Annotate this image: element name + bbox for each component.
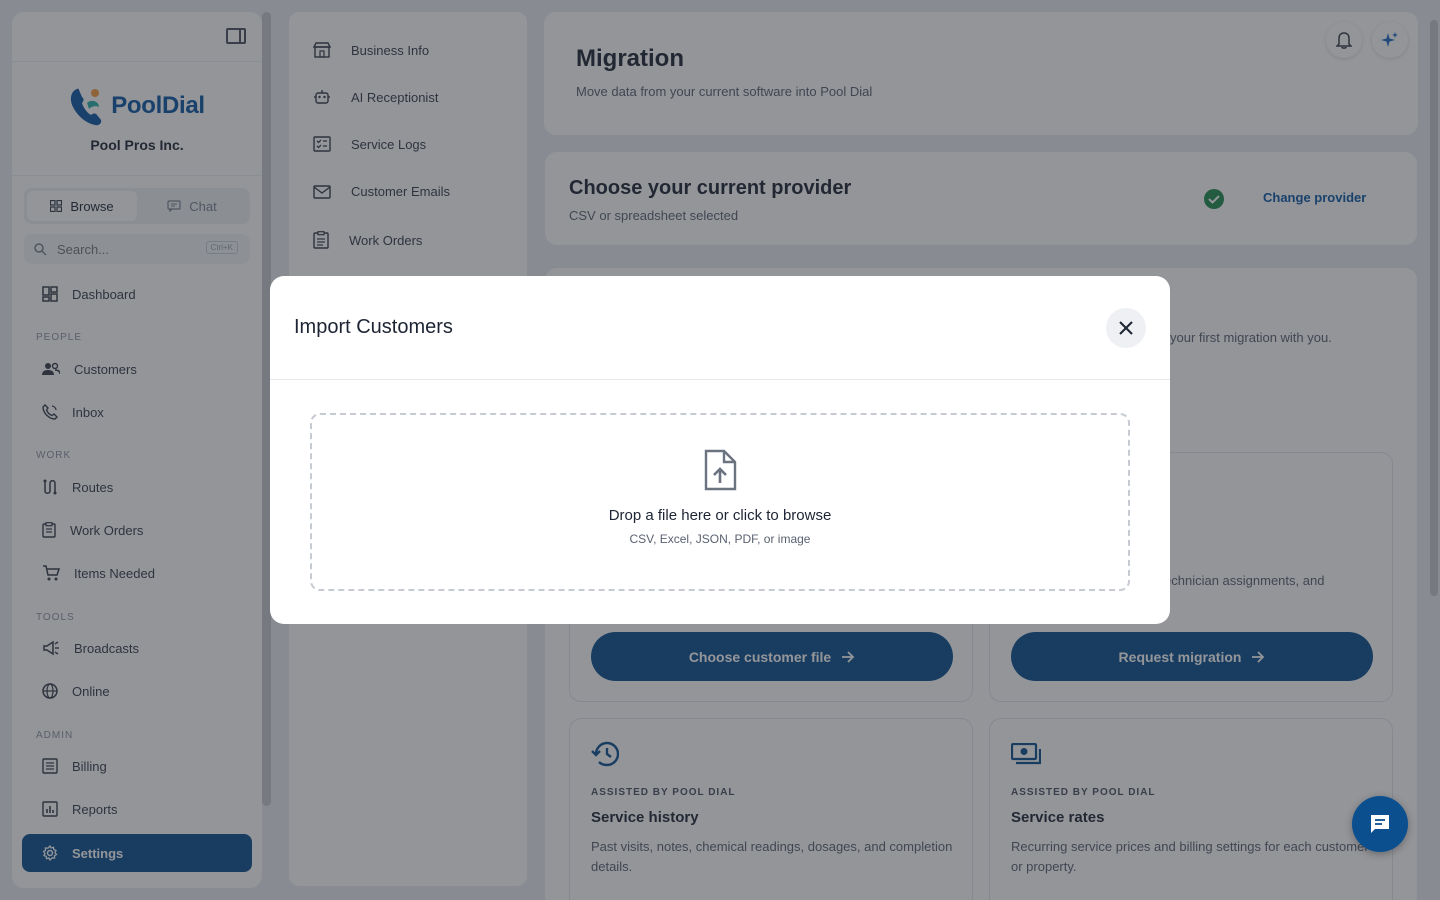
dropzone-formats: CSV, Excel, JSON, PDF, or image (629, 532, 811, 546)
modal-header: Import Customers (270, 276, 1170, 380)
file-dropzone[interactable]: Drop a file here or click to browse CSV,… (310, 413, 1130, 591)
close-button[interactable] (1106, 308, 1146, 348)
dropzone-title: Drop a file here or click to browse (608, 507, 832, 524)
support-chat-button[interactable] (1352, 796, 1408, 852)
close-icon (1119, 321, 1133, 335)
message-icon (1371, 815, 1389, 833)
modal-title: Import Customers (294, 316, 453, 338)
file-upload-icon (704, 449, 737, 491)
import-customers-modal: Import Customers Drop a file here or cli… (270, 276, 1170, 624)
